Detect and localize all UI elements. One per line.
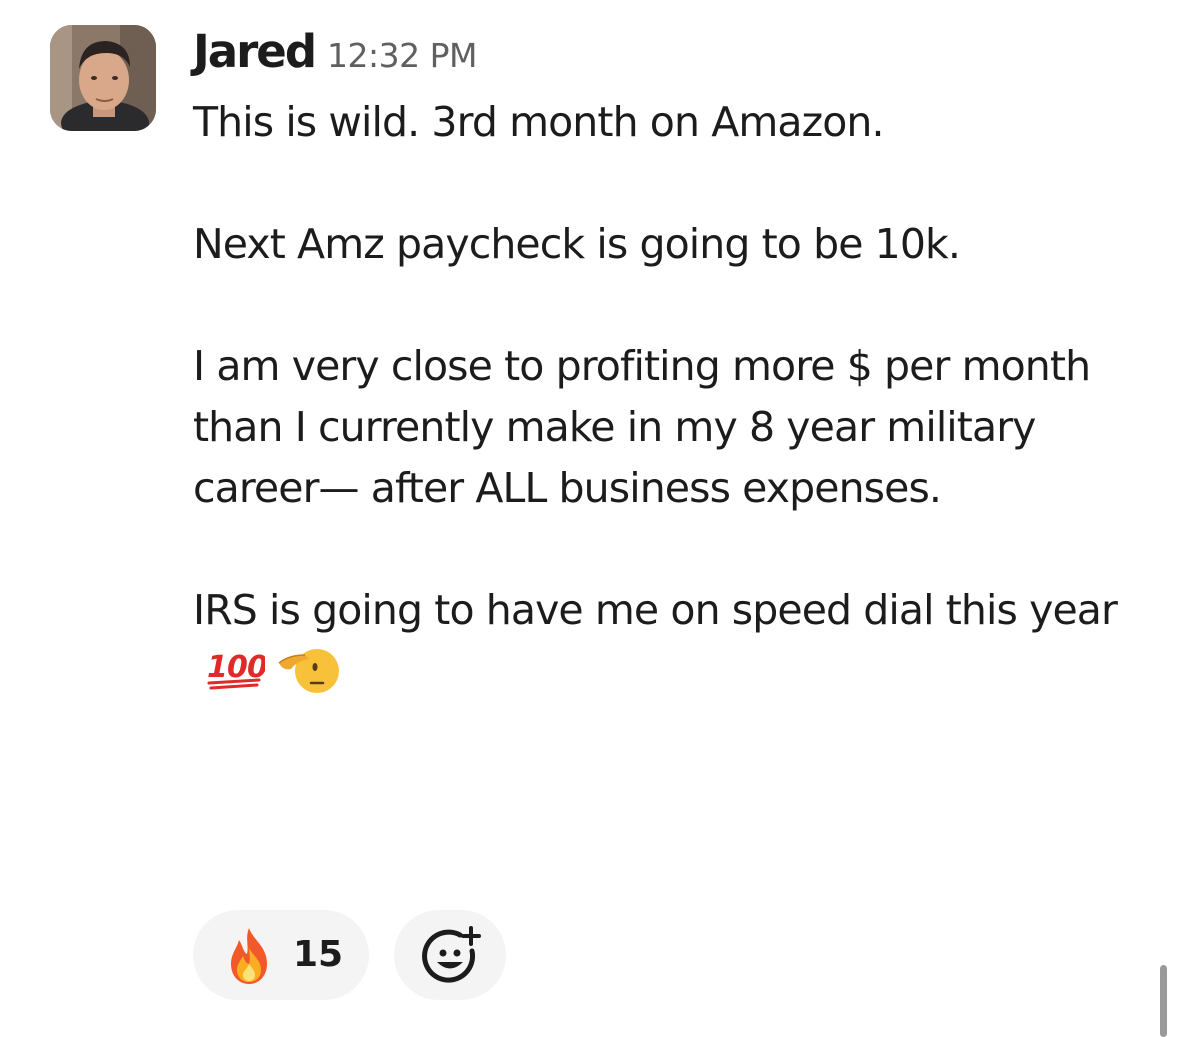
fire-reaction-button[interactable]: 15 bbox=[193, 910, 369, 1000]
message-paragraph-last: IRS is going to have me on speed dial th… bbox=[193, 580, 1153, 714]
add-emoji-reaction-icon bbox=[422, 926, 481, 983]
reaction-count: 15 bbox=[293, 934, 344, 975]
scrollbar[interactable] bbox=[1160, 965, 1167, 1037]
user-avatar[interactable] bbox=[50, 25, 156, 131]
message-timestamp[interactable]: 12:32 PM bbox=[327, 36, 477, 75]
message-paragraph: Next Amz paycheck is going to be 10k. bbox=[193, 220, 961, 268]
message-paragraph: This is wild. 3rd month on Amazon. bbox=[193, 98, 885, 146]
message-paragraph: I am very close to profiting more $ per … bbox=[193, 342, 1091, 512]
add-reaction-button[interactable] bbox=[394, 910, 506, 1000]
fire-icon bbox=[221, 926, 277, 990]
avatar-photo-icon bbox=[50, 25, 156, 131]
hundred-points-icon: 100 bbox=[203, 647, 268, 708]
message-paragraph-text: IRS is going to have me on speed dial th… bbox=[193, 586, 1118, 634]
message: Jared 12:32 PM This is wild. 3rd month on… bbox=[0, 0, 1179, 1037]
sender-name[interactable]: Jared bbox=[193, 25, 317, 78]
message-header: Jared 12:32 PM bbox=[193, 24, 478, 84]
message-body: This is wild. 3rd month on Amazon. Next … bbox=[193, 92, 1153, 714]
saluting-face-icon bbox=[275, 641, 341, 714]
